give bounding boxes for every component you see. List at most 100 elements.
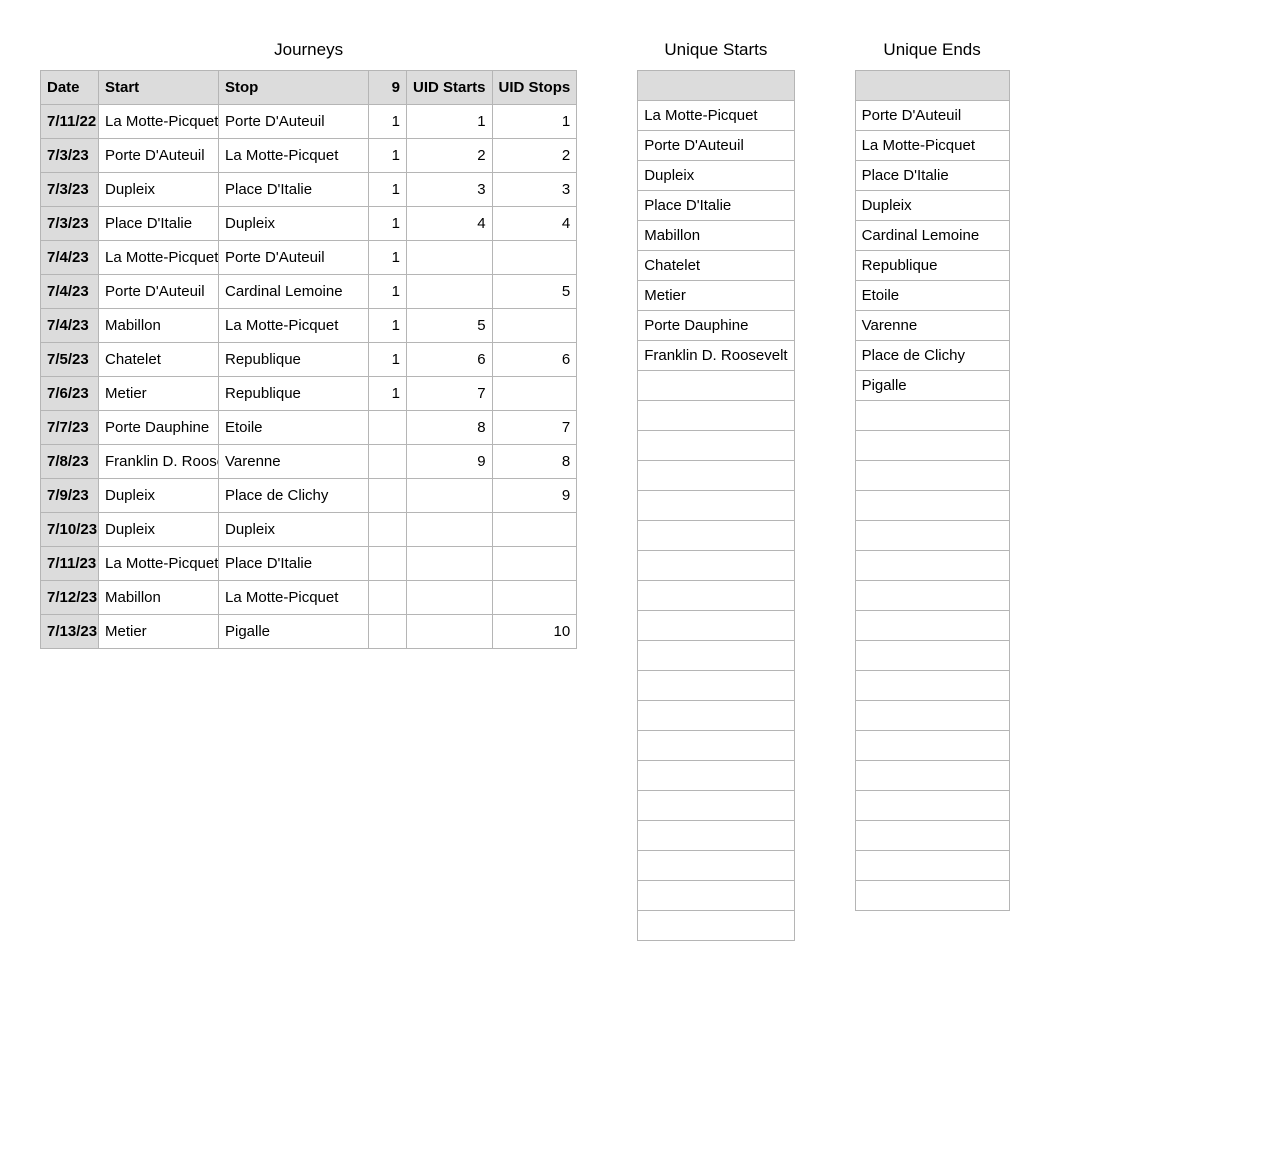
unique-end-row-empty bbox=[855, 791, 1009, 821]
unique-end-cell-empty bbox=[855, 701, 1009, 731]
cell-count bbox=[369, 581, 407, 615]
journeys-row: 7/5/23ChateletRepublique166 bbox=[41, 343, 577, 377]
cell-uid-stops: 5 bbox=[492, 275, 577, 309]
cell-count bbox=[369, 615, 407, 649]
cell-start: Mabillon bbox=[99, 309, 219, 343]
unique-end-row-empty bbox=[855, 491, 1009, 521]
journeys-row: 7/8/23Franklin D. RooseVarenne98 bbox=[41, 445, 577, 479]
cell-date: 7/7/23 bbox=[41, 411, 99, 445]
cell-date: 7/3/23 bbox=[41, 207, 99, 241]
cell-stop: Republique bbox=[219, 343, 369, 377]
unique-start-row-empty bbox=[638, 581, 794, 611]
unique-end-row: Porte D'Auteuil bbox=[855, 101, 1009, 131]
journeys-row: 7/10/23DupleixDupleix bbox=[41, 513, 577, 547]
cell-uid-stops bbox=[492, 547, 577, 581]
cell-date: 7/8/23 bbox=[41, 445, 99, 479]
unique-end-cell-empty bbox=[855, 551, 1009, 581]
unique-start-row-empty bbox=[638, 791, 794, 821]
cell-date: 7/11/23 bbox=[41, 547, 99, 581]
unique-end-row-empty bbox=[855, 431, 1009, 461]
unique-start-row-empty bbox=[638, 371, 794, 401]
unique-end-cell: La Motte-Picquet bbox=[855, 131, 1009, 161]
cell-start: Mabillon bbox=[99, 581, 219, 615]
cell-date: 7/12/23 bbox=[41, 581, 99, 615]
header-uid-stops: UID Stops bbox=[492, 71, 577, 105]
unique-start-cell-empty bbox=[638, 641, 794, 671]
unique-end-row-empty bbox=[855, 461, 1009, 491]
journeys-row: 7/3/23Porte D'AuteuilLa Motte-Picquet122 bbox=[41, 139, 577, 173]
unique-end-row-empty bbox=[855, 611, 1009, 641]
unique-end-cell-empty bbox=[855, 431, 1009, 461]
cell-stop: Pigalle bbox=[219, 615, 369, 649]
unique-start-row: Porte D'Auteuil bbox=[638, 131, 794, 161]
cell-count: 1 bbox=[369, 241, 407, 275]
cell-uid-stops: 10 bbox=[492, 615, 577, 649]
journeys-row: 7/11/22La Motte-PicquetPorte D'Auteuil11… bbox=[41, 105, 577, 139]
unique-start-row-empty bbox=[638, 821, 794, 851]
cell-start: Dupleix bbox=[99, 479, 219, 513]
unique-start-cell-empty bbox=[638, 491, 794, 521]
unique-end-row-empty bbox=[855, 581, 1009, 611]
unique-end-cell: Varenne bbox=[855, 311, 1009, 341]
unique-start-row: Dupleix bbox=[638, 161, 794, 191]
unique-start-row-empty bbox=[638, 521, 794, 551]
cell-count: 1 bbox=[369, 173, 407, 207]
cell-uid-starts: 6 bbox=[407, 343, 493, 377]
cell-count: 1 bbox=[369, 343, 407, 377]
unique-start-cell: Metier bbox=[638, 281, 794, 311]
unique-start-row-empty bbox=[638, 701, 794, 731]
journeys-row: 7/11/23La Motte-PicquetPlace D'Italie bbox=[41, 547, 577, 581]
journeys-row: 7/4/23La Motte-PicquetPorte D'Auteuil1 bbox=[41, 241, 577, 275]
unique-start-row-empty bbox=[638, 731, 794, 761]
unique-start-cell-empty bbox=[638, 581, 794, 611]
unique-end-row: Place D'Italie bbox=[855, 161, 1009, 191]
cell-uid-stops: 3 bbox=[492, 173, 577, 207]
journeys-row: 7/9/23DupleixPlace de Clichy9 bbox=[41, 479, 577, 513]
unique-end-cell-empty bbox=[855, 731, 1009, 761]
cell-start: Porte Dauphine bbox=[99, 411, 219, 445]
cell-uid-starts: 5 bbox=[407, 309, 493, 343]
cell-start: La Motte-Picquet bbox=[99, 105, 219, 139]
header-start: Start bbox=[99, 71, 219, 105]
cell-date: 7/6/23 bbox=[41, 377, 99, 411]
cell-uid-starts: 7 bbox=[407, 377, 493, 411]
unique-start-row: Chatelet bbox=[638, 251, 794, 281]
journeys-row: 7/3/23Place D'ItalieDupleix144 bbox=[41, 207, 577, 241]
cell-count: 1 bbox=[369, 207, 407, 241]
unique-end-cell-empty bbox=[855, 581, 1009, 611]
journeys-row: 7/13/23MetierPigalle10 bbox=[41, 615, 577, 649]
cell-stop: Varenne bbox=[219, 445, 369, 479]
unique-ends-header bbox=[855, 71, 1009, 101]
unique-start-cell: Porte Dauphine bbox=[638, 311, 794, 341]
cell-start: Chatelet bbox=[99, 343, 219, 377]
unique-end-cell-empty bbox=[855, 611, 1009, 641]
cell-stop: La Motte-Picquet bbox=[219, 581, 369, 615]
unique-start-cell: La Motte-Picquet bbox=[638, 101, 794, 131]
unique-start-row-empty bbox=[638, 881, 794, 911]
unique-end-row: Place de Clichy bbox=[855, 341, 1009, 371]
cell-uid-stops: 9 bbox=[492, 479, 577, 513]
unique-start-cell-empty bbox=[638, 701, 794, 731]
unique-start-cell-empty bbox=[638, 761, 794, 791]
journeys-row: 7/3/23DupleixPlace D'Italie133 bbox=[41, 173, 577, 207]
unique-end-row-empty bbox=[855, 881, 1009, 911]
unique-start-row: La Motte-Picquet bbox=[638, 101, 794, 131]
cell-stop: Dupleix bbox=[219, 207, 369, 241]
unique-end-row-empty bbox=[855, 731, 1009, 761]
unique-start-cell-empty bbox=[638, 461, 794, 491]
unique-end-cell: Porte D'Auteuil bbox=[855, 101, 1009, 131]
unique-end-row: Cardinal Lemoine bbox=[855, 221, 1009, 251]
cell-uid-stops bbox=[492, 241, 577, 275]
unique-start-row-empty bbox=[638, 491, 794, 521]
unique-start-row-empty bbox=[638, 761, 794, 791]
unique-end-cell: Etoile bbox=[855, 281, 1009, 311]
cell-uid-starts bbox=[407, 547, 493, 581]
unique-end-cell-empty bbox=[855, 761, 1009, 791]
unique-end-cell: Cardinal Lemoine bbox=[855, 221, 1009, 251]
unique-end-row: Republique bbox=[855, 251, 1009, 281]
cell-stop: La Motte-Picquet bbox=[219, 309, 369, 343]
unique-end-row: Varenne bbox=[855, 311, 1009, 341]
cell-date: 7/5/23 bbox=[41, 343, 99, 377]
unique-start-cell: Place D'Italie bbox=[638, 191, 794, 221]
unique-start-cell-empty bbox=[638, 881, 794, 911]
